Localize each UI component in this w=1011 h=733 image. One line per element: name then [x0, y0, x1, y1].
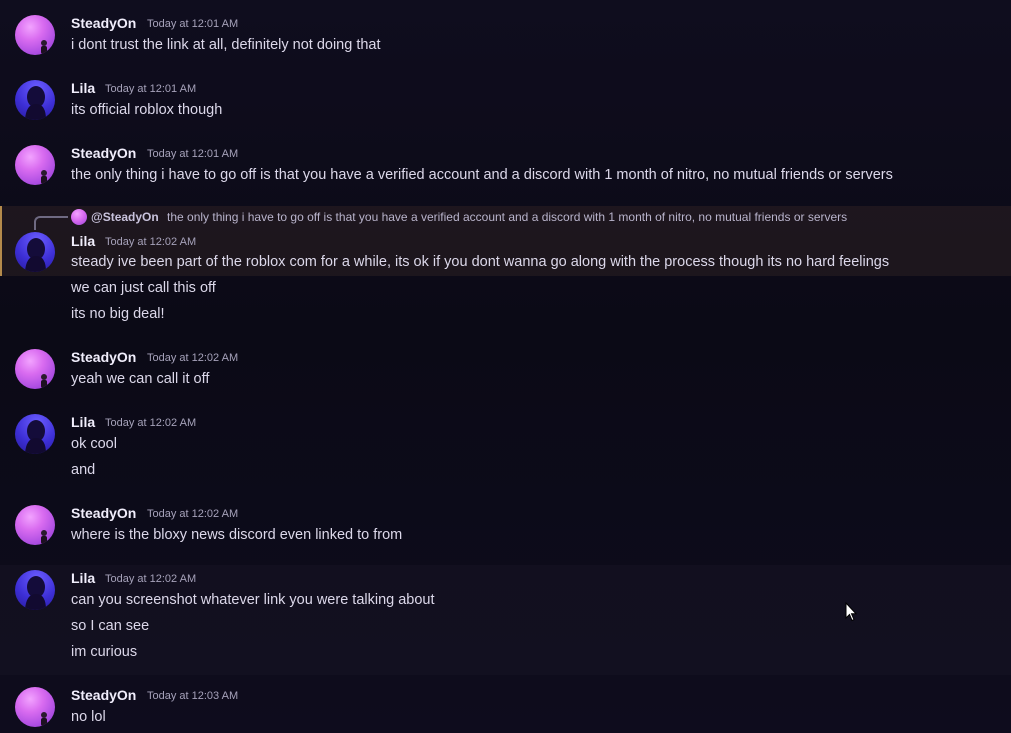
message-author[interactable]: Lila — [71, 570, 95, 586]
message-row[interactable]: Lila Today at 12:02 AM ok cool and — [0, 409, 1011, 487]
steadyon-avatar-icon[interactable] — [15, 687, 55, 727]
message-author[interactable]: Lila — [71, 414, 95, 430]
message-timestamp: Today at 12:02 AM — [105, 573, 197, 585]
message-timestamp: Today at 12:02 AM — [147, 508, 239, 520]
message-row[interactable]: SteadyOn Today at 12:01 AM i dont trust … — [0, 10, 1011, 68]
steadyon-avatar-icon[interactable] — [15, 505, 55, 545]
message-row[interactable]: SteadyOn Today at 12:01 AM the only thin… — [0, 140, 1011, 198]
lila-avatar-icon[interactable] — [15, 80, 55, 120]
reply-connector-icon — [34, 216, 68, 230]
message-content: where is the bloxy news discord even lin… — [71, 527, 403, 543]
message-timestamp: Today at 12:02 AM — [105, 417, 197, 429]
message-author[interactable]: SteadyOn — [71, 349, 136, 365]
message-content: and — [71, 462, 96, 478]
message-timestamp: Today at 12:03 AM — [147, 690, 239, 702]
message-author[interactable]: SteadyOn — [71, 505, 136, 521]
message-content: steady ive been part of the roblox com f… — [71, 254, 890, 270]
message-author[interactable]: Lila — [71, 80, 95, 96]
message-content: its no big deal! — [71, 306, 165, 322]
message-row[interactable]: SteadyOn Today at 12:03 AM no lol — [0, 682, 1011, 733]
lila-avatar-icon[interactable] — [15, 570, 55, 610]
message-content: i dont trust the link at all, definitely… — [71, 37, 381, 53]
message-row[interactable]: SteadyOn Today at 12:02 AM where is the … — [0, 500, 1011, 558]
message-author[interactable]: Lila — [71, 233, 95, 249]
message-author[interactable]: SteadyOn — [71, 15, 136, 31]
lila-avatar-icon[interactable] — [15, 232, 55, 272]
reply-preview-text[interactable]: the only thing i have to go off is that … — [167, 210, 847, 224]
message-content: we can just call this off — [71, 280, 216, 296]
mouse-pointer-icon — [845, 602, 857, 622]
message-content: yeah we can call it off — [71, 371, 210, 387]
message-timestamp: Today at 12:01 AM — [147, 148, 239, 160]
message-timestamp: Today at 12:01 AM — [147, 18, 239, 30]
message-timestamp: Today at 12:02 AM — [147, 352, 239, 364]
message-timestamp: Today at 12:01 AM — [105, 83, 197, 95]
steadyon-avatar-icon[interactable] — [15, 145, 55, 185]
steadyon-avatar-icon[interactable] — [15, 15, 55, 55]
message-row[interactable]: Lila Today at 12:02 AM can you screensho… — [0, 565, 1011, 675]
message-content: the only thing i have to go off is that … — [71, 167, 893, 183]
message-content: im curious — [71, 644, 138, 660]
lila-avatar-icon[interactable] — [15, 414, 55, 454]
message-content: its official roblox though — [71, 102, 223, 118]
message-author[interactable]: SteadyOn — [71, 145, 136, 161]
message-row[interactable]: SteadyOn Today at 12:02 AM yeah we can c… — [0, 344, 1011, 402]
message-content: can you screenshot whatever link you wer… — [71, 592, 435, 608]
message-content: no lol — [71, 709, 106, 725]
message-author[interactable]: SteadyOn — [71, 687, 136, 703]
reply-avatar-icon[interactable] — [71, 209, 87, 225]
message-row[interactable]: Lila Today at 12:01 AM its official robl… — [0, 75, 1011, 133]
message-content: ok cool — [71, 436, 117, 452]
reply-mention[interactable]: @SteadyOn — [91, 210, 159, 224]
message-timestamp: Today at 12:02 AM — [105, 236, 197, 248]
steadyon-avatar-icon[interactable] — [15, 349, 55, 389]
chat-message-list: SteadyOn Today at 12:01 AM i dont trust … — [0, 0, 1011, 733]
message-content: so I can see — [71, 618, 150, 634]
